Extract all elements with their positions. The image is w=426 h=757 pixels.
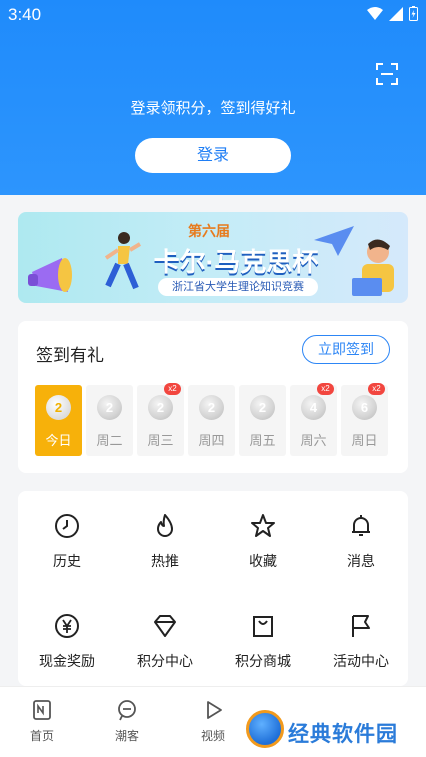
day-label: 周二 <box>96 433 123 448</box>
coin-icon: 2 <box>199 395 224 420</box>
shopping-bag-icon <box>253 616 273 637</box>
checkin-day[interactable]: 2 周四 <box>188 385 235 456</box>
watermark-text: 经典软件园 <box>288 723 398 746</box>
banner-edition: 第六届 <box>188 223 230 239</box>
grid-item-label: 历史 <box>53 553 81 569</box>
battery-icon <box>409 6 418 21</box>
coin-icon: 2 <box>250 395 275 420</box>
flame-icon <box>157 514 173 537</box>
checkin-card: 签到有礼 立即签到 2 今日 2 周二 x2 2 周三 2 周四 2 周五 x2… <box>18 321 408 473</box>
tab-video[interactable]: 视频 <box>183 699 243 744</box>
multiplier-badge: x2 <box>368 383 385 395</box>
multiplier-badge: x2 <box>317 383 334 395</box>
grid-item-label: 活动中心 <box>333 653 389 669</box>
watermark: 经典软件园 <box>244 708 416 752</box>
banner-subtitle: 浙江省大学生理论知识竞赛 <box>158 278 318 296</box>
grid-item-label: 现金奖励 <box>39 653 95 669</box>
status-time: 3:40 <box>8 5 42 24</box>
grid-item-points-mall[interactable]: 积分商城 <box>214 613 312 671</box>
grid-item-hot[interactable]: 热推 <box>116 513 214 571</box>
tab-label: 视频 <box>200 729 225 743</box>
checkin-day[interactable]: x2 6 周日 <box>341 383 388 456</box>
grid-item-points-center[interactable]: 积分中心 <box>116 613 214 671</box>
grid-item-label: 收藏 <box>249 553 277 569</box>
banner-title: 卡尔·马克思杯 <box>153 247 319 277</box>
checkin-days: 2 今日 2 周二 x2 2 周三 2 周四 2 周五 x2 4 周六 x2 6… <box>35 383 388 456</box>
status-bar: 3:40 <box>0 0 426 30</box>
checkin-day[interactable]: x2 2 周三 <box>137 383 184 456</box>
status-icons <box>367 6 418 21</box>
yen-icon <box>55 614 79 638</box>
coin-icon: 2 <box>46 395 71 420</box>
tab-label: 潮客 <box>114 729 139 743</box>
grid-item-cash-reward[interactable]: 现金奖励 <box>18 613 116 671</box>
grid-item-history[interactable]: 历史 <box>18 513 116 571</box>
login-prompt: 登录领积分，签到得好礼 <box>130 100 296 117</box>
login-button[interactable]: 登录 <box>135 138 291 173</box>
header-hero: 3:40 登录领积分，签到得好礼 登录 <box>0 0 426 195</box>
day-label: 周六 <box>300 433 327 448</box>
watermark-logo-icon <box>246 710 284 748</box>
grid-item-label: 积分商城 <box>235 653 291 669</box>
checkin-day[interactable]: 2 今日 <box>35 385 82 456</box>
play-icon <box>207 701 222 719</box>
megaphone-illustration <box>28 258 72 292</box>
checkin-day[interactable]: 2 周二 <box>86 385 133 456</box>
promo-banner[interactable]: 第六届 卡尔·马克思杯 浙江省大学生理论知识竞赛 <box>18 212 408 303</box>
bell-icon <box>352 515 370 536</box>
tab-home[interactable]: 首页 <box>12 699 72 744</box>
tab-chaoke[interactable]: 潮客 <box>97 699 157 744</box>
signal-icon <box>389 6 403 21</box>
coin-icon: 2 <box>97 395 122 420</box>
scan-icon[interactable] <box>375 62 399 86</box>
coin-icon: 4 <box>301 395 326 420</box>
day-label: 今日 <box>45 433 72 448</box>
grid-item-label: 积分中心 <box>137 653 193 669</box>
chat-icon <box>118 700 136 721</box>
flag-icon <box>352 615 370 637</box>
grid-item-favorites[interactable]: 收藏 <box>214 513 312 571</box>
grid-item-activity-center[interactable]: 活动中心 <box>312 613 410 671</box>
day-label: 周日 <box>351 433 378 448</box>
day-label: 周五 <box>249 433 276 448</box>
grid-item-label: 热推 <box>151 553 179 569</box>
day-label: 周三 <box>147 433 174 448</box>
checkin-title: 签到有礼 <box>36 346 104 365</box>
checkin-day[interactable]: x2 4 周六 <box>290 383 337 456</box>
feature-grid: 历史 热推 收藏 消息 现金奖励 积分中心 积分商城 活动中心 <box>18 491 408 686</box>
day-label: 周四 <box>198 433 225 448</box>
news-icon <box>33 700 51 720</box>
grid-item-label: 消息 <box>347 553 375 569</box>
wifi-icon <box>367 6 383 20</box>
coin-icon: 6 <box>352 395 377 420</box>
diamond-icon <box>154 615 176 637</box>
tab-label: 首页 <box>29 729 54 743</box>
coin-icon: 2 <box>148 395 173 420</box>
grid-item-messages[interactable]: 消息 <box>312 513 410 571</box>
runner-illustration <box>104 232 142 290</box>
multiplier-badge: x2 <box>164 383 181 395</box>
checkin-day[interactable]: 2 周五 <box>239 385 286 456</box>
checkin-button[interactable]: 立即签到 <box>302 335 390 364</box>
clock-icon <box>55 514 79 538</box>
reader-illustration <box>352 239 394 296</box>
star-icon <box>251 514 275 537</box>
